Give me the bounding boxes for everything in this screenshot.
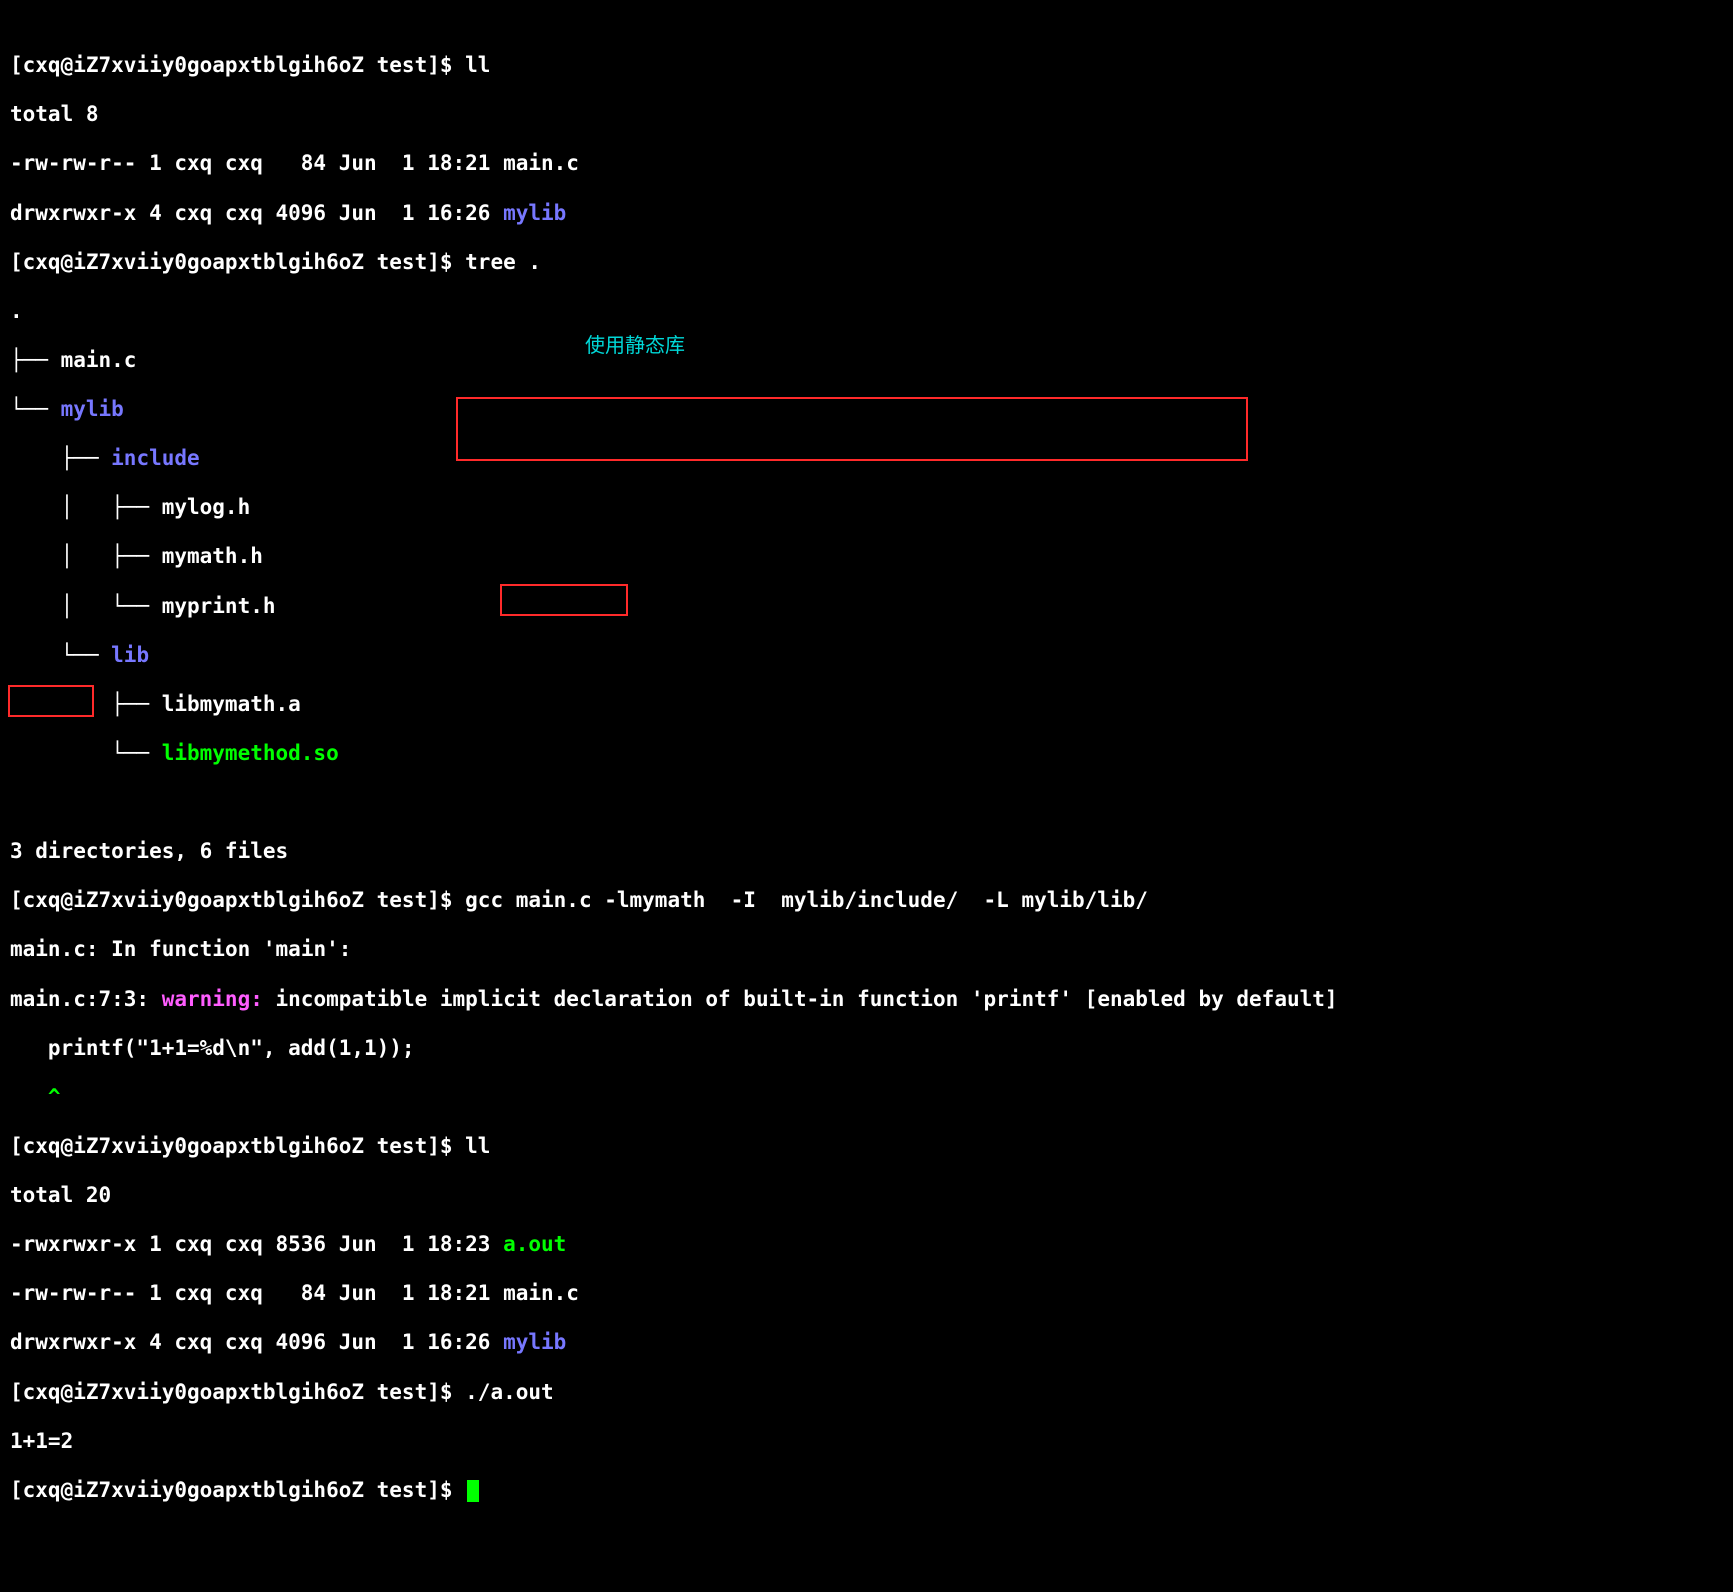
ll-row-exec: a.out bbox=[503, 1232, 566, 1256]
ll-row-perms: -rw-rw-r-- 1 cxq cxq 84 Jun 1 18:21 bbox=[10, 1281, 503, 1305]
tree-myprint: │ └── myprint.h bbox=[10, 594, 1723, 619]
ll-row-perms: drwxrwxr-x 4 cxq cxq 4096 Jun 1 16:26 bbox=[10, 1330, 503, 1354]
tree-lib: └── lib bbox=[10, 643, 1723, 668]
ll-row-mylib: drwxrwxr-x 4 cxq cxq 4096 Jun 1 16:26 my… bbox=[10, 201, 1723, 226]
prompt: [cxq@iZ7xviiy0goapxtblgih6oZ test]$ bbox=[10, 1478, 465, 1502]
ll-row-file: main.c bbox=[503, 1281, 579, 1305]
prompt-line-2: [cxq@iZ7xviiy0goapxtblgih6oZ test]$ tree… bbox=[10, 250, 1723, 275]
tree-include: ├── include bbox=[10, 446, 1723, 471]
prompt: [cxq@iZ7xviiy0goapxtblgih6oZ test]$ bbox=[10, 53, 465, 77]
cmd-ll: ll bbox=[465, 53, 490, 77]
tree-summary: 3 directories, 6 files bbox=[10, 839, 1723, 864]
prompt-line-4: [cxq@iZ7xviiy0goapxtblgih6oZ test]$ ll bbox=[10, 1134, 1723, 1159]
ll-row-perms: drwxrwxr-x 4 cxq cxq 4096 Jun 1 16:26 bbox=[10, 201, 503, 225]
prompt: [cxq@iZ7xviiy0goapxtblgih6oZ test]$ bbox=[10, 1380, 465, 1404]
ll-row-aout: -rwxrwxr-x 1 cxq cxq 8536 Jun 1 18:23 a.… bbox=[10, 1232, 1723, 1257]
prompt: [cxq@iZ7xviiy0goapxtblgih6oZ test]$ bbox=[10, 1134, 465, 1158]
gcc-warn-loc: main.c: In function 'main': bbox=[10, 937, 1723, 962]
ll-row-dir: mylib bbox=[503, 201, 566, 225]
prompt-line-1: [cxq@iZ7xviiy0goapxtblgih6oZ test]$ ll bbox=[10, 53, 1723, 78]
ll-total: total 20 bbox=[10, 1183, 1723, 1208]
tree-dir: lib bbox=[111, 643, 149, 667]
prompt-line-6: [cxq@iZ7xviiy0goapxtblgih6oZ test]$ bbox=[10, 1478, 1723, 1503]
tree-mylog: │ ├── mylog.h bbox=[10, 495, 1723, 520]
ll-row-perms: -rw-rw-r-- 1 cxq cxq 84 Jun 1 18:21 bbox=[10, 151, 503, 175]
ll-row-perms: -rwxrwxr-x 1 cxq cxq 8536 Jun 1 18:23 bbox=[10, 1232, 503, 1256]
cmd-gcc: gcc main.c -lmymath -I mylib/include/ -L… bbox=[465, 888, 1148, 912]
ll-row-mainc: -rw-rw-r-- 1 cxq cxq 84 Jun 1 18:21 main… bbox=[10, 151, 1723, 176]
cmd-run: ./a.out bbox=[465, 1380, 554, 1404]
tree-libmymath: ├── libmymath.a bbox=[10, 692, 1723, 717]
tree-mylib: └── mylib bbox=[10, 397, 1723, 422]
cursor-icon bbox=[467, 1480, 479, 1502]
program-output: 1+1=2 bbox=[10, 1429, 1723, 1454]
warning-label: warning: bbox=[162, 987, 276, 1011]
tree-mainc: ├── main.c bbox=[10, 348, 1723, 373]
terminal[interactable]: [cxq@iZ7xviiy0goapxtblgih6oZ test]$ ll t… bbox=[0, 0, 1733, 1592]
tree-mymath: │ ├── mymath.h bbox=[10, 544, 1723, 569]
tree-dir: include bbox=[111, 446, 200, 470]
ll-total: total 8 bbox=[10, 102, 1723, 127]
tree-dot: . bbox=[10, 299, 1723, 324]
tree-libso: └── libmymethod.so bbox=[10, 741, 1723, 766]
ll-row-mylib: drwxrwxr-x 4 cxq cxq 4096 Jun 1 16:26 my… bbox=[10, 1330, 1723, 1355]
ll-row-dir: mylib bbox=[503, 1330, 566, 1354]
gcc-warn-caret: ^ bbox=[10, 1085, 1723, 1110]
tree-sharedlib: libmymethod.so bbox=[162, 741, 339, 765]
cmd-tree: tree . bbox=[465, 250, 541, 274]
gcc-warn-msg: main.c:7:3: warning: incompatible implic… bbox=[10, 987, 1723, 1012]
tree-dir: mylib bbox=[61, 397, 124, 421]
prompt: [cxq@iZ7xviiy0goapxtblgih6oZ test]$ bbox=[10, 250, 465, 274]
cmd-ll: ll bbox=[465, 1134, 490, 1158]
prompt: [cxq@iZ7xviiy0goapxtblgih6oZ test]$ bbox=[10, 888, 465, 912]
gcc-warn-code: printf("1+1=%d\n", add(1,1)); bbox=[10, 1036, 1723, 1061]
blank-line bbox=[10, 790, 1723, 815]
prompt-line-3: [cxq@iZ7xviiy0goapxtblgih6oZ test]$ gcc … bbox=[10, 888, 1723, 913]
annotation-label: 使用静态库 bbox=[585, 332, 685, 355]
ll-row-file: main.c bbox=[503, 151, 579, 175]
ll-row-mainc: -rw-rw-r-- 1 cxq cxq 84 Jun 1 18:21 main… bbox=[10, 1281, 1723, 1306]
prompt-line-5: [cxq@iZ7xviiy0goapxtblgih6oZ test]$ ./a.… bbox=[10, 1380, 1723, 1405]
